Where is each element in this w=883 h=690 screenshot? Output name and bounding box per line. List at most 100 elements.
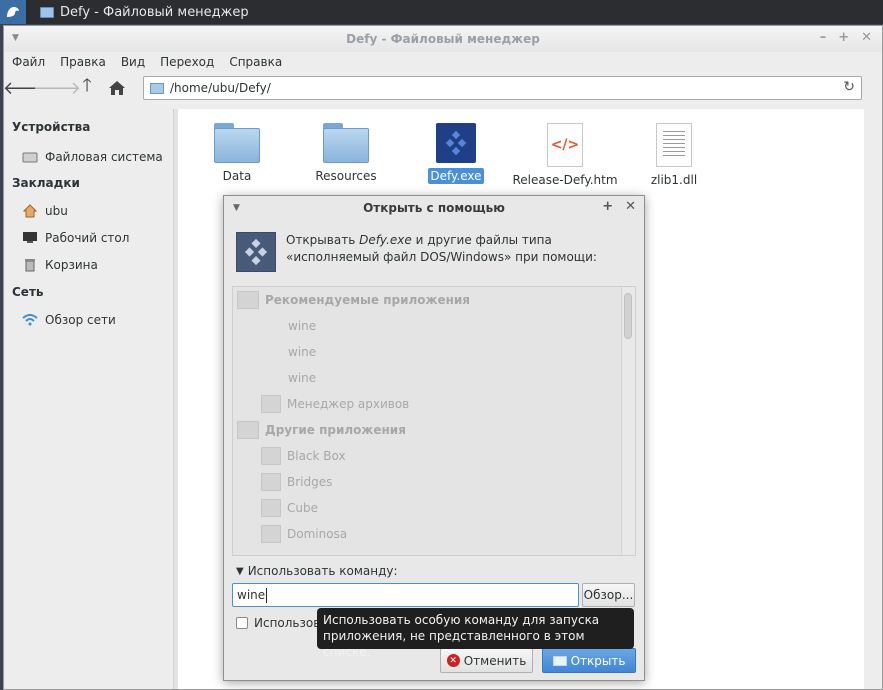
home-folder-icon — [22, 203, 38, 218]
maximize-icon[interactable]: + — [602, 199, 613, 214]
file-item-data[interactable]: Data — [182, 123, 292, 183]
menu-edit[interactable]: Правка — [60, 55, 106, 69]
folder-icon — [552, 655, 567, 666]
app-name: Black Box — [287, 449, 346, 463]
window-menu-icon[interactable]: ▼ — [233, 203, 240, 213]
game-icon — [261, 525, 281, 543]
folder-icon — [214, 123, 260, 163]
location-path: /home/ubu/Defy/ — [170, 81, 271, 95]
category-other: Другие приложения — [233, 417, 635, 443]
up-button[interactable]: 🡑 — [72, 75, 102, 101]
sidebar-header-bookmarks: Закладки — [12, 176, 80, 190]
window-titlebar[interactable]: ▼ Defy - Файловый менеджер – + ✕ — [4, 26, 882, 52]
apps-icon — [237, 421, 259, 439]
app-name: Dominosa — [287, 527, 348, 541]
menu-view[interactable]: Вид — [121, 55, 145, 69]
window-title: Defy - Файловый менеджер — [346, 32, 540, 46]
window-menu-icon[interactable]: ▼ — [12, 33, 19, 43]
menu-file[interactable]: Файл — [12, 55, 45, 69]
file-name: Release-Defy.htm — [512, 173, 618, 187]
executable-icon — [236, 232, 276, 272]
menubar: Файл Правка Вид Переход Справка — [4, 52, 882, 72]
open-label: Открыть — [570, 653, 626, 668]
default-app-checkbox[interactable] — [236, 617, 248, 629]
app-name: wine — [288, 371, 317, 385]
sidebar-item-trash[interactable]: Корзина — [4, 251, 173, 278]
command-input[interactable]: wine — [232, 583, 579, 607]
use-command-expander[interactable]: ▼ Использовать команду: — [236, 564, 398, 578]
game-icon — [261, 473, 281, 491]
file-item-zlib-dll[interactable]: zlib1.dll — [619, 123, 729, 187]
sidebar-item-home[interactable]: ubu — [4, 197, 173, 224]
sidebar-item-desktop[interactable]: Рабочий стол — [4, 224, 173, 251]
executable-icon — [436, 123, 476, 163]
reload-icon[interactable]: ↻ — [843, 79, 855, 95]
file-name: Resources — [315, 169, 377, 183]
game-icon — [261, 447, 281, 465]
app-name: Менеджер архивов — [287, 397, 410, 411]
location-bar[interactable]: /home/ubu/Defy/ ↻ — [143, 76, 862, 100]
close-icon[interactable]: ✕ — [625, 199, 636, 214]
application-list[interactable]: Рекомендуемые приложения wine wine wine … — [232, 286, 636, 556]
list-item[interactable]: Bridges — [233, 469, 635, 495]
file-item-resources[interactable]: Resources — [291, 123, 401, 183]
tooltip: Использовать особую команду для запуска … — [317, 608, 634, 659]
top-panel: Defy - Файловый менеджер — [0, 0, 883, 24]
arrow-up-icon: 🡑 — [82, 75, 92, 96]
desktop-icon — [22, 231, 38, 245]
app-name: Cube — [287, 501, 318, 515]
sidebar-item-network[interactable]: Обзор сети — [4, 306, 173, 333]
menu-go[interactable]: Переход — [160, 55, 214, 69]
file-name: Defy.exe — [428, 168, 484, 184]
folder-icon — [40, 6, 54, 18]
default-app-checkbox-row[interactable]: Использов — [236, 616, 320, 630]
file-name: zlib1.dll — [650, 173, 698, 187]
list-item[interactable]: Dominosa — [233, 521, 635, 547]
home-icon — [109, 81, 125, 95]
sidebar-header-network: Сеть — [12, 285, 44, 299]
vertical-scrollbar[interactable] — [864, 109, 882, 689]
list-item[interactable]: Менеджер архивов — [233, 391, 635, 417]
file-item-release-htm[interactable]: </> Release-Defy.htm — [510, 123, 620, 187]
library-file-icon — [656, 123, 692, 167]
sidebar-item-label: Файловая система — [45, 149, 163, 164]
list-item[interactable]: wine — [233, 313, 635, 339]
cancel-label: Отменить — [463, 653, 527, 668]
home-button[interactable] — [102, 75, 132, 101]
star-folder-icon — [237, 291, 259, 309]
scrollbar-thumb[interactable] — [624, 293, 632, 339]
maximize-icon[interactable]: + — [838, 30, 849, 45]
browse-button[interactable]: Обзор... — [582, 583, 635, 607]
open-button[interactable]: Открыть — [542, 648, 636, 673]
html-file-icon: </> — [547, 123, 583, 167]
category-label: Рекомендуемые приложения — [265, 293, 470, 307]
list-item[interactable]: wine — [233, 339, 635, 365]
dialog-titlebar[interactable]: ▼ Открыть с помощью + ✕ — [224, 196, 644, 220]
menu-help[interactable]: Справка — [229, 55, 282, 69]
drive-icon — [22, 150, 38, 164]
list-item[interactable]: wine — [233, 365, 635, 391]
sidebar-item-label: Рабочий стол — [45, 230, 130, 245]
app-name: wine — [288, 345, 317, 359]
list-item[interactable]: Black Box — [233, 443, 635, 469]
minimize-icon[interactable]: – — [820, 30, 827, 45]
cancel-button[interactable]: ✕ Отменить — [440, 648, 533, 673]
app-name: wine — [288, 319, 317, 333]
trash-icon — [22, 258, 38, 272]
use-command-label: Использовать команду: — [247, 564, 398, 578]
category-recommended: Рекомендуемые приложения — [233, 287, 635, 313]
file-name: Data — [222, 169, 252, 183]
list-scrollbar[interactable] — [621, 287, 635, 555]
sidebar: Устройства Файловая система Закладки ubu… — [4, 109, 173, 689]
forward-button[interactable]: 🡒 — [33, 75, 81, 101]
message-filename: Defy.exe — [359, 233, 412, 247]
list-item[interactable]: Cube — [233, 495, 635, 521]
xfce-menu-icon[interactable] — [0, 0, 26, 24]
taskbar-item[interactable]: Defy - Файловый менеджер — [40, 5, 249, 20]
category-label: Другие приложения — [265, 423, 406, 437]
sidebar-item-filesystem[interactable]: Файловая система — [4, 143, 173, 170]
close-icon[interactable]: ✕ — [861, 30, 872, 45]
dialog-title: Открыть с помощью — [363, 201, 505, 215]
file-item-defy-exe[interactable]: Defy.exe — [401, 123, 511, 184]
archive-icon — [261, 395, 281, 413]
